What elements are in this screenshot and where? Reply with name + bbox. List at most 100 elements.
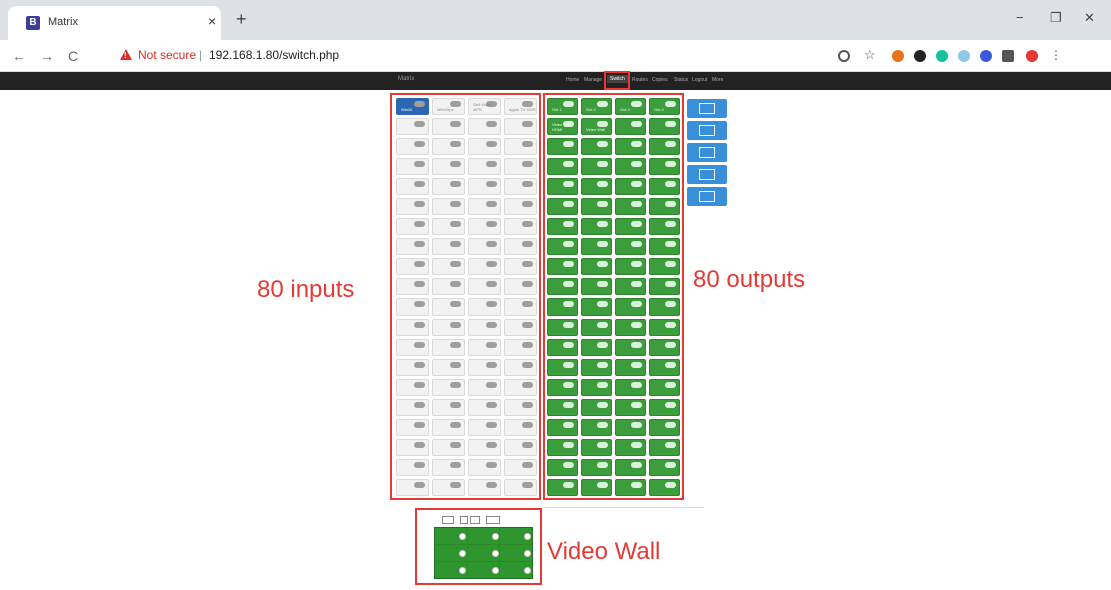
input-button[interactable] (432, 278, 465, 296)
nav-home[interactable]: Home (566, 77, 579, 83)
input-button[interactable] (396, 198, 429, 216)
videowall-rows-box[interactable] (460, 516, 468, 524)
output-button[interactable] (615, 418, 646, 436)
reload-icon[interactable]: C (68, 48, 78, 64)
output-button[interactable] (615, 138, 646, 156)
output-button[interactable] (547, 158, 578, 176)
output-button[interactable] (547, 138, 578, 156)
videowall-screen[interactable] (435, 528, 467, 544)
input-button[interactable] (432, 358, 465, 376)
output-button[interactable] (581, 278, 612, 296)
input-button[interactable] (432, 438, 465, 456)
input-button[interactable] (504, 238, 537, 256)
videowall-screen[interactable] (435, 562, 467, 578)
output-button[interactable] (615, 238, 646, 256)
output-button[interactable] (581, 478, 612, 496)
output-button[interactable] (615, 278, 646, 296)
output-button[interactable] (547, 178, 578, 196)
output-button[interactable] (547, 478, 578, 496)
input-button[interactable] (396, 118, 429, 136)
input-button[interactable] (468, 238, 501, 256)
videowall-screen[interactable] (467, 545, 500, 561)
input-button[interactable] (468, 118, 501, 136)
output-button[interactable] (581, 198, 612, 216)
url-text[interactable]: 192.168.1.80/switch.php (209, 48, 339, 62)
input-button[interactable] (504, 198, 537, 216)
output-button[interactable] (649, 258, 680, 276)
nav-manage[interactable]: Manage (584, 77, 602, 83)
output-button[interactable] (649, 178, 680, 196)
one-to-many-button[interactable] (687, 99, 727, 118)
nav-more[interactable]: More (712, 77, 723, 83)
output-button[interactable] (649, 218, 680, 236)
input-button[interactable] (468, 258, 501, 276)
videowall-screen[interactable] (500, 562, 532, 578)
input-button[interactable] (432, 258, 465, 276)
grammarly-icon[interactable] (936, 50, 948, 62)
input-button[interactable] (396, 158, 429, 176)
output-button[interactable] (615, 118, 646, 136)
input-button[interactable] (468, 138, 501, 156)
output-button[interactable] (649, 318, 680, 336)
extension-orange-icon[interactable] (892, 50, 904, 62)
input-button[interactable] (468, 158, 501, 176)
input-button[interactable] (504, 458, 537, 476)
input-button[interactable] (468, 198, 501, 216)
output-button[interactable] (547, 398, 578, 416)
input-button[interactable] (504, 218, 537, 236)
output-button[interactable] (615, 318, 646, 336)
input-button[interactable] (504, 438, 537, 456)
input-button[interactable] (468, 478, 501, 496)
input-button[interactable] (504, 398, 537, 416)
videowall-screen[interactable] (435, 545, 467, 561)
input-button[interactable] (504, 478, 537, 496)
output-button[interactable] (649, 398, 680, 416)
input-button[interactable] (432, 398, 465, 416)
input-button[interactable] (504, 298, 537, 316)
output-button[interactable] (649, 458, 680, 476)
videowall-screen[interactable] (500, 528, 532, 544)
input-button[interactable] (432, 178, 465, 196)
new-tab-button[interactable]: + (236, 10, 247, 28)
input-button[interactable] (396, 358, 429, 376)
input-button[interactable] (396, 378, 429, 396)
output-button[interactable] (581, 398, 612, 416)
input-button[interactable] (504, 178, 537, 196)
output-button[interactable] (581, 438, 612, 456)
output-button[interactable] (615, 438, 646, 456)
input-button[interactable] (468, 418, 501, 436)
input-button[interactable] (504, 418, 537, 436)
output-button[interactable] (581, 298, 612, 316)
output-button[interactable] (615, 378, 646, 396)
output-button[interactable] (615, 198, 646, 216)
input-button[interactable] (432, 318, 465, 336)
output-button[interactable] (581, 218, 612, 236)
output-button[interactable] (547, 418, 578, 436)
videowall-cols-box[interactable] (470, 516, 480, 524)
tab-close-icon[interactable]: × (208, 13, 216, 29)
browser-tab[interactable]: B Matrix × (8, 6, 221, 40)
output-button[interactable]: Out 3 (615, 98, 646, 116)
zoom-icon[interactable] (838, 50, 850, 62)
input-button[interactable] (504, 318, 537, 336)
input-button[interactable]: Apple TV 4GIS (504, 98, 537, 116)
output-button[interactable] (547, 438, 578, 456)
videowall-screen[interactable] (500, 545, 532, 561)
output-button[interactable] (649, 198, 680, 216)
input-button[interactable] (504, 258, 537, 276)
input-button[interactable] (396, 178, 429, 196)
output-button[interactable] (649, 438, 680, 456)
input-button[interactable] (432, 458, 465, 476)
output-button[interactable] (615, 298, 646, 316)
input-button[interactable] (468, 358, 501, 376)
output-button[interactable] (547, 258, 578, 276)
input-button[interactable] (468, 218, 501, 236)
output-button[interactable] (649, 358, 680, 376)
output-button[interactable] (547, 318, 578, 336)
output-button[interactable] (649, 418, 680, 436)
input-button[interactable] (432, 378, 465, 396)
input-button[interactable] (396, 338, 429, 356)
output-button[interactable] (615, 478, 646, 496)
output-button[interactable] (615, 338, 646, 356)
input-button[interactable] (432, 118, 465, 136)
